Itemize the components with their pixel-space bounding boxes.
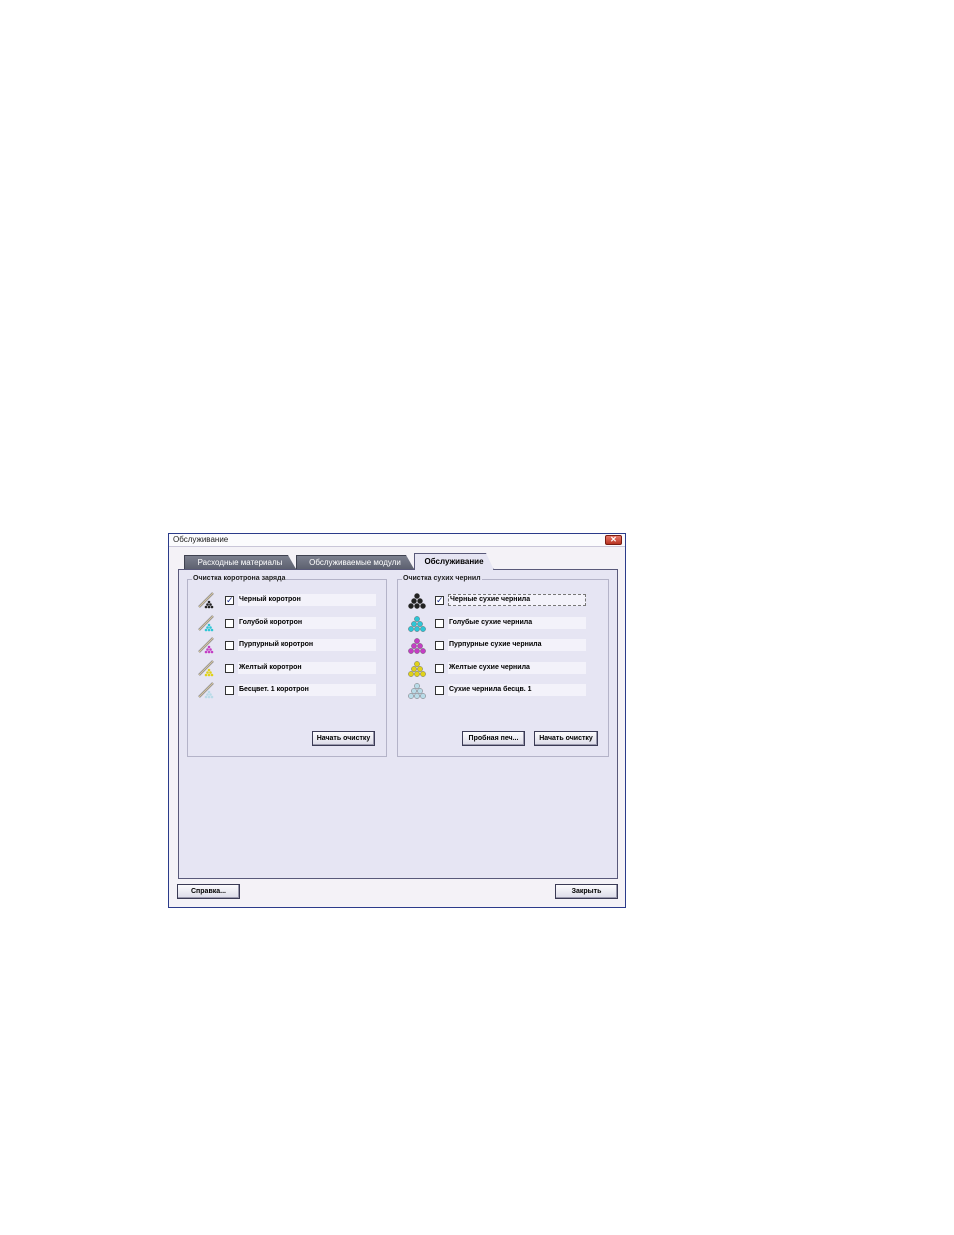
maintenance-dialog: Обслуживание ✕ Расходные материалы Обслу…: [168, 533, 626, 908]
dry-ink-icon: [407, 615, 427, 633]
corotron-cleaning-group: Очистка коротрона заряда ✓ Черный коротро…: [187, 575, 387, 757]
corotron-icon: [197, 614, 217, 633]
item-label[interactable]: Голубые сухие чернила: [448, 616, 586, 629]
item-label[interactable]: Сухие чернила бесцв. 1: [448, 684, 586, 696]
item-label[interactable]: Черные сухие чернила: [448, 594, 586, 606]
corotron-icon: [197, 659, 217, 678]
dry-ink-group-title: Очистка сухих чернил: [402, 575, 482, 582]
tab-consumables[interactable]: Расходные материалы: [184, 555, 296, 569]
item-label[interactable]: Пурпурный коротрон: [238, 639, 376, 651]
item-label[interactable]: Желтый коротрон: [238, 661, 376, 674]
dry-ink-icon: [407, 660, 427, 678]
item-checkbox[interactable]: [225, 618, 234, 628]
close-window-button[interactable]: ✕: [605, 535, 622, 545]
item-checkbox[interactable]: [225, 686, 234, 695]
dry-ink-icon: [407, 637, 427, 655]
item-checkbox[interactable]: [225, 663, 234, 673]
item-checkbox[interactable]: [435, 663, 444, 673]
dry-ink-cleaning-group: Очистка сухих чернил ✓ Черные сухие черни…: [397, 575, 609, 757]
close-button[interactable]: Закрыть: [555, 884, 618, 899]
item-label[interactable]: Пурпурные сухие чернила: [448, 639, 586, 651]
dry-ink-icon: [407, 592, 427, 610]
dry-ink-start-cleaning-button[interactable]: Начать очистку: [534, 731, 598, 746]
window-title: Обслуживание: [173, 535, 229, 544]
item-checkbox[interactable]: [435, 618, 444, 628]
item-checkbox[interactable]: ✓: [435, 596, 444, 605]
item-checkbox[interactable]: [225, 641, 234, 650]
item-checkbox[interactable]: [435, 641, 444, 650]
maintenance-panel: Очистка коротрона заряда ✓ Черный коротро…: [178, 569, 618, 879]
corotron-icon: [197, 682, 217, 700]
tab-maintenance[interactable]: Обслуживание: [414, 553, 494, 570]
corotron-start-cleaning-button[interactable]: Начать очистку: [312, 731, 375, 746]
item-checkbox[interactable]: [435, 686, 444, 695]
item-label[interactable]: Голубой коротрон: [238, 616, 376, 629]
item-label[interactable]: Бесцвет. 1 коротрон: [238, 684, 376, 696]
item-label[interactable]: Желтые сухие чернила: [448, 661, 586, 674]
test-print-button[interactable]: Пробная печ...: [462, 731, 525, 746]
tab-serviceable-modules[interactable]: Обслуживаемые модули: [296, 555, 414, 569]
dry-ink-icon: [407, 682, 427, 700]
title-bar: Обслуживание ✕: [169, 534, 625, 547]
help-button[interactable]: Справка...: [177, 884, 240, 899]
corotron-icon: [197, 592, 217, 610]
corotron-icon: [197, 637, 217, 655]
corotron-group-title: Очистка коротрона заряда: [192, 575, 287, 582]
item-label[interactable]: Черный коротрон: [238, 594, 376, 606]
item-checkbox[interactable]: ✓: [225, 596, 234, 605]
